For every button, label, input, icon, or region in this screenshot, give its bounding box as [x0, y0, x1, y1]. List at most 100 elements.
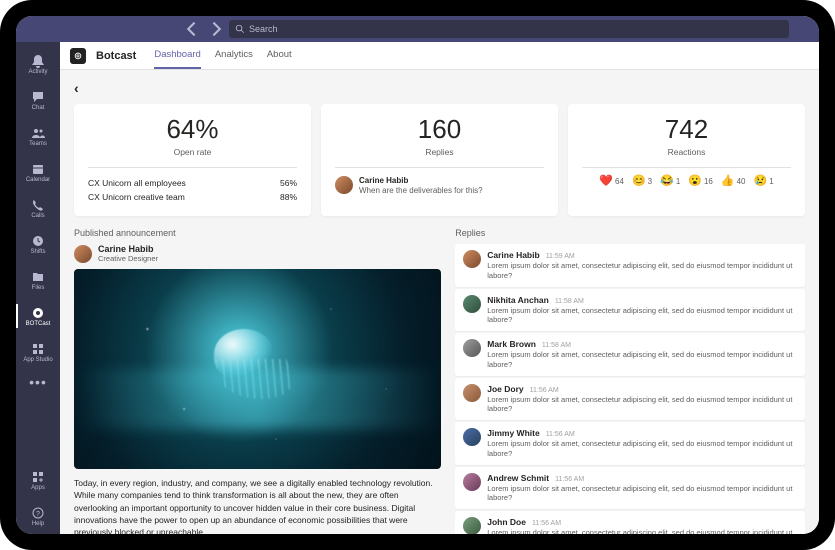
rail-item-label: Apps	[31, 485, 45, 491]
nav-forward-button[interactable]	[207, 21, 223, 37]
reply-item[interactable]: Carine Habib 11:59 AM Lorem ipsum dolor …	[455, 244, 805, 287]
featured-reply-name: Carine Habib	[359, 176, 483, 185]
nav-back-button[interactable]	[185, 21, 201, 37]
tab-dashboard[interactable]: Dashboard	[154, 42, 200, 69]
reply-timestamp: 11:56 AM	[532, 520, 561, 527]
reactions-value: 742	[582, 114, 791, 145]
reaction-count: 1	[676, 177, 680, 186]
reaction-count: 40	[737, 177, 746, 186]
apps-icon	[31, 470, 45, 484]
tab-analytics[interactable]: Analytics	[215, 42, 253, 69]
reaction-emoji-icon: 👍	[721, 176, 735, 187]
announcement-section-label: Published announcement	[74, 228, 441, 238]
app-logo-icon: ◎	[70, 48, 86, 64]
search-box[interactable]	[229, 20, 789, 38]
reply-item[interactable]: Mark Brown 11:58 AM Lorem ipsum dolor si…	[455, 333, 805, 376]
rail-item-appstudio[interactable]: App Studio	[16, 334, 60, 370]
featured-reply-message: When are the deliverables for this?	[359, 186, 483, 195]
reaction-emoji-icon: 😊	[632, 176, 646, 187]
reaction-emoji-icon: ❤️	[599, 176, 613, 187]
help-icon: ?	[31, 506, 45, 520]
reaction-emoji-icon: 😮	[688, 176, 702, 187]
announcement-image	[74, 269, 441, 469]
reply-author: Nikhita Anchan	[487, 295, 549, 305]
title-bar	[16, 16, 819, 42]
rail-item-label: Shifts	[30, 249, 45, 255]
metrics-row: 64% Open rate CX Unicorn all employees56…	[74, 104, 805, 216]
rail-item-teams[interactable]: Teams	[16, 118, 60, 154]
avatar	[463, 384, 481, 402]
reply-timestamp: 11:56 AM	[546, 431, 575, 438]
reply-item[interactable]: Joe Dory 11:56 AM Lorem ipsum dolor sit …	[455, 378, 805, 421]
reply-message: Lorem ipsum dolor sit amet, consectetur …	[487, 528, 797, 534]
avatar	[463, 339, 481, 357]
rail-item-activity[interactable]: Activity	[16, 46, 60, 82]
reaction-item: 😢1	[753, 176, 773, 187]
announcement-author: Carine Habib Creative Designer	[74, 244, 441, 263]
reactions-row: ❤️64😊3😂1😮16👍40😢1	[582, 176, 791, 187]
open-rate-value: 64%	[88, 114, 297, 145]
avatar	[335, 176, 353, 194]
shifts-icon	[31, 234, 45, 248]
reply-message: Lorem ipsum dolor sit amet, consectetur …	[487, 395, 797, 415]
reaction-emoji-icon: 😢	[753, 176, 767, 187]
rail-more-button[interactable]: •••	[29, 374, 47, 390]
rail-item-apps[interactable]: Apps	[16, 462, 60, 498]
activity-icon	[31, 54, 45, 68]
app-tabs: Dashboard Analytics About	[154, 42, 291, 69]
rail-item-chat[interactable]: Chat	[16, 82, 60, 118]
reply-item[interactable]: Nikhita Anchan 11:58 AM Lorem ipsum dolo…	[455, 289, 805, 332]
reactions-label: Reactions	[582, 147, 791, 157]
avatar	[463, 250, 481, 268]
featured-reply: Carine Habib When are the deliverables f…	[335, 176, 544, 195]
announcement-body: Today, in every region, industry, and co…	[74, 477, 441, 534]
content-scroll[interactable]: ‹ 64% Open rate CX Unicorn all employees…	[60, 70, 819, 534]
reply-author: Joe Dory	[487, 384, 523, 394]
reply-item[interactable]: Jimmy White 11:56 AM Lorem ipsum dolor s…	[455, 422, 805, 465]
app-rail: Activity Chat Teams Calendar Calls Shifts File…	[16, 42, 60, 534]
rail-item-help[interactable]: ? Help	[16, 498, 60, 534]
reply-author: Jimmy White	[487, 428, 539, 438]
calls-icon	[31, 198, 45, 212]
rail-item-label: Calendar	[26, 177, 50, 183]
reply-author: Andrew Schmit	[487, 473, 549, 483]
rail-item-files[interactable]: Files	[16, 262, 60, 298]
svg-text:?: ?	[36, 511, 40, 518]
rail-item-label: BOTCast	[26, 321, 51, 327]
rail-item-label: Chat	[32, 105, 45, 111]
search-input[interactable]	[249, 24, 783, 34]
reply-timestamp: 11:56 AM	[530, 387, 559, 394]
reactions-card: 742 Reactions ❤️64😊3😂1😮16👍40😢1	[568, 104, 805, 216]
chat-icon	[31, 90, 45, 104]
open-rate-row-value: 56%	[280, 178, 297, 188]
back-button[interactable]: ‹	[74, 80, 79, 96]
reply-item[interactable]: Andrew Schmit 11:56 AM Lorem ipsum dolor…	[455, 467, 805, 510]
reply-item[interactable]: John Doe 11:56 AM Lorem ipsum dolor sit …	[455, 511, 805, 534]
avatar	[463, 295, 481, 313]
open-rate-card: 64% Open rate CX Unicorn all employees56…	[74, 104, 311, 216]
rail-item-label: Help	[32, 521, 44, 527]
reaction-count: 1	[769, 177, 773, 186]
reply-message: Lorem ipsum dolor sit amet, consectetur …	[487, 484, 797, 504]
rail-item-label: App Studio	[23, 357, 52, 363]
author-role: Creative Designer	[98, 254, 158, 263]
reply-timestamp: 11:59 AM	[546, 253, 575, 260]
reaction-item: 😮16	[688, 176, 713, 187]
rail-item-label: Activity	[28, 69, 47, 75]
teams-icon	[31, 126, 45, 140]
reaction-count: 64	[615, 177, 624, 186]
rail-item-calls[interactable]: Calls	[16, 190, 60, 226]
replies-column: Replies Carine Habib 11:59 AM Lorem ipsu…	[455, 228, 805, 534]
tab-about[interactable]: About	[267, 42, 292, 69]
rail-item-calendar[interactable]: Calendar	[16, 154, 60, 190]
rail-item-shifts[interactable]: Shifts	[16, 226, 60, 262]
app-name: Botcast	[96, 50, 136, 62]
avatar	[463, 473, 481, 491]
rail-item-botcast[interactable]: BOTCast	[16, 298, 60, 334]
reply-message: Lorem ipsum dolor sit amet, consectetur …	[487, 261, 797, 281]
reaction-item: 😂1	[660, 176, 680, 187]
avatar	[74, 245, 92, 263]
reaction-count: 3	[648, 177, 652, 186]
reply-timestamp: 11:58 AM	[555, 298, 584, 305]
files-icon	[31, 270, 45, 284]
